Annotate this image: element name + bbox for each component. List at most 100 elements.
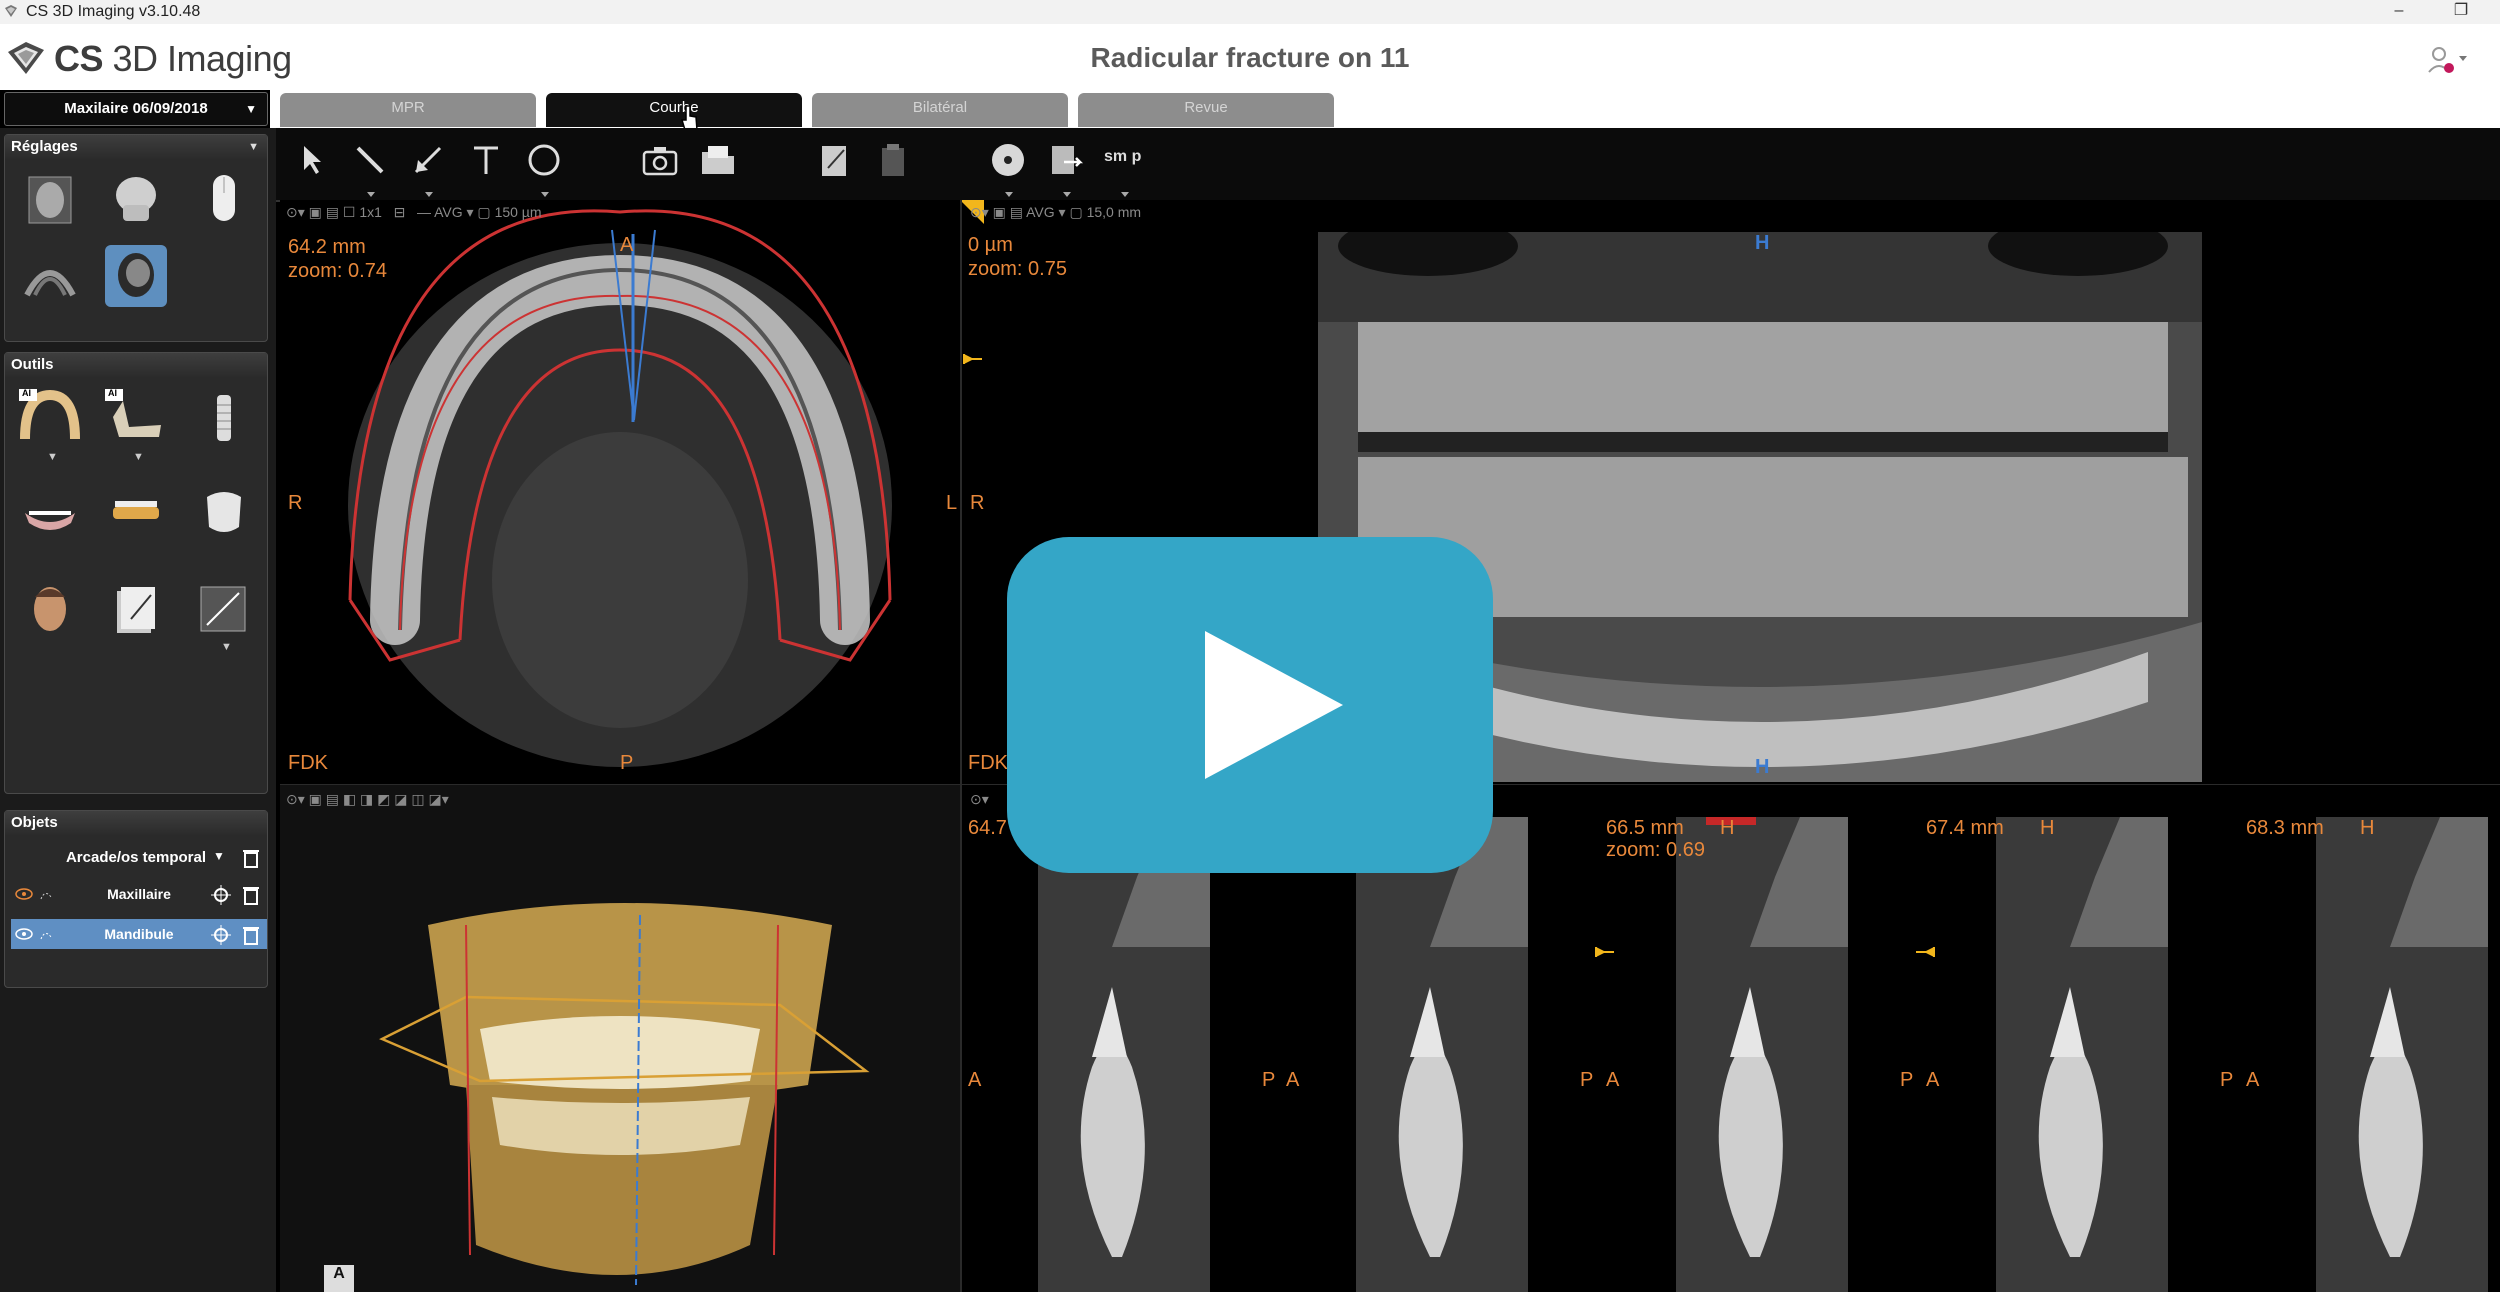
restore-button[interactable]: ❐	[2438, 0, 2484, 24]
axial-zoom: zoom: 0.74	[288, 260, 387, 282]
study-selector[interactable]: Maxilaire 06/09/2018 ▼	[4, 92, 268, 126]
volume-3d-view[interactable]: ⊙▾ ▣ ▤ ◧ ◨ ◩ ◪ ◫ ◪▾ A	[280, 785, 960, 1292]
xray-render-preset[interactable]	[105, 245, 167, 307]
jaw-tool-icon[interactable]	[19, 483, 81, 545]
user-menu-icon[interactable]	[2425, 46, 2475, 76]
folder-icon	[702, 146, 734, 174]
pano-orientation-head-top: H	[1755, 232, 1770, 254]
tab-courbe[interactable]: Courbe	[546, 93, 802, 127]
axial-image	[348, 209, 892, 767]
view-divider-vertical[interactable]	[960, 200, 962, 1292]
mip-render-preset[interactable]	[19, 245, 81, 307]
chevron-down-icon: ▼	[248, 141, 259, 153]
orientation-left: L	[946, 492, 958, 514]
cross-measure: 67.4 mm	[1926, 817, 2004, 839]
line-tool[interactable]	[350, 140, 390, 197]
orientation-anterior: A	[968, 1069, 982, 1091]
cross-zoom: zoom: 0.69	[1606, 839, 1705, 861]
window-titlebar: CS 3D Imaging v3.10.48 – ❐	[0, 0, 2500, 25]
slice-marker-icon[interactable]	[1594, 945, 1618, 959]
cross-section-2[interactable]: A P	[1280, 817, 1600, 1292]
cross-section-5[interactable]: 68.3 mm H A	[2240, 817, 2500, 1292]
orientation-head: H	[2040, 817, 2055, 839]
axial-measure: 64.2 mm	[288, 236, 366, 258]
slice-marker-icon[interactable]	[1914, 945, 1938, 959]
cross-view-toolbar[interactable]: ⊙▾	[970, 791, 989, 808]
camera-icon	[642, 147, 678, 176]
cross-section-image	[1996, 817, 2168, 1292]
slice-marker-icon[interactable]	[962, 352, 984, 366]
notes-tool[interactable]	[814, 140, 854, 180]
snapshot-tool[interactable]	[640, 140, 680, 180]
line-icon	[356, 146, 384, 174]
arch-tool-icon[interactable]: AI	[19, 387, 81, 449]
bone-render-preset[interactable]	[105, 169, 167, 231]
implant-tool-icon[interactable]	[193, 387, 255, 449]
guide-tool-icon[interactable]	[105, 483, 167, 545]
arrow-icon	[414, 146, 442, 174]
orientation-anterior: A	[2246, 1069, 2260, 1091]
orientation-posterior: P	[620, 752, 634, 774]
cross-section-1[interactable]: 64.7 mm A P	[962, 817, 1280, 1292]
text-icon	[474, 146, 498, 174]
orientation-anterior: A	[1606, 1069, 1620, 1091]
pano-orientation-head-bottom: H	[1755, 756, 1770, 778]
smop-label: sm p	[1104, 148, 1142, 165]
pano-view-toolbar[interactable]: ⊙▾ ▣ ▤ AVG ▾ ▢ 15,0 mm	[970, 204, 1141, 221]
trash-icon[interactable]	[241, 924, 261, 946]
cross-section-image	[2316, 817, 2488, 1292]
minimize-button[interactable]: –	[2376, 0, 2422, 24]
reglages-header[interactable]: Réglages ▼	[5, 135, 267, 159]
export-tool[interactable]	[1046, 140, 1086, 197]
orientation-posterior: P	[2220, 1069, 2234, 1091]
orientation-cube[interactable]: A	[324, 1265, 354, 1292]
select-tool[interactable]	[292, 140, 332, 180]
window-title: CS 3D Imaging v3.10.48	[26, 3, 201, 20]
text-tool[interactable]	[466, 140, 506, 180]
objets-header[interactable]: Objets	[5, 811, 267, 835]
axial-view-toolbar[interactable]: ⊙▾ ▣ ▤ ☐ 1x1 ⊟ — AVG ▾ ▢ 150 µm	[286, 204, 542, 221]
mouse-preset-icon[interactable]	[193, 169, 255, 231]
cross-section-3[interactable]: 66.5 mm zoom: 0.69 H A P	[1595, 817, 1920, 1292]
tab-bilateral[interactable]: Bilatéral	[812, 93, 1068, 127]
chevron-down-icon: ▼	[221, 641, 232, 653]
video-play-button[interactable]	[1007, 537, 1493, 873]
cursor-arrow-icon	[304, 146, 321, 174]
crown-tool-icon[interactable]	[193, 483, 255, 545]
main-toolbar: sm p	[276, 128, 2500, 202]
cross-measure: 66.5 mm	[1606, 817, 1684, 839]
measure-tool-icon[interactable]: ▼	[193, 579, 255, 653]
locate-icon[interactable]	[211, 885, 231, 905]
locate-icon[interactable]	[211, 925, 231, 945]
face-tool-icon[interactable]	[19, 579, 81, 641]
cross-section-image	[1676, 817, 1848, 1292]
mandible-tool-icon[interactable]: AI	[105, 387, 167, 449]
cross-section-image	[1356, 817, 1528, 1292]
chevron-down-icon: ▼	[47, 451, 58, 463]
outils-header[interactable]: Outils	[5, 353, 267, 377]
object-row-mandibule[interactable]: Mandibule	[11, 919, 267, 949]
skin-render-preset[interactable]	[19, 169, 81, 231]
chevron-down-icon: ▼	[245, 102, 257, 116]
export-icon	[1052, 146, 1084, 174]
arrow-tool[interactable]	[408, 140, 448, 197]
report-tool-icon[interactable]	[105, 579, 167, 641]
tab-mpr[interactable]: MPR	[280, 93, 536, 127]
tab-revue[interactable]: Revue	[1078, 93, 1334, 127]
left-sidebar: Réglages ▼ Outils AI AI ▼ ▼ ▼ Objets Arc…	[0, 128, 276, 1292]
burn-cd-tool[interactable]	[988, 140, 1028, 197]
trash-icon[interactable]	[241, 884, 261, 906]
open-folder-tool[interactable]	[698, 140, 738, 180]
trash-icon[interactable]	[241, 847, 261, 869]
object-row-maxillaire[interactable]: Maxillaire	[11, 879, 267, 909]
clipboard-tool[interactable]	[872, 140, 912, 180]
reconstruction-algo: FDK	[288, 752, 328, 774]
smop-tool[interactable]: sm p	[1104, 140, 1144, 197]
orientation-anterior: A	[620, 234, 634, 256]
chevron-down-icon[interactable]: ▼	[213, 849, 225, 863]
pano-zoom: zoom: 0.75	[968, 258, 1067, 280]
pano-orientation-right: R	[970, 492, 985, 514]
ellipse-tool[interactable]	[524, 140, 564, 197]
cross-section-4[interactable]: 67.4 mm H A P	[1916, 817, 2240, 1292]
axial-view[interactable]: ⊙▾ ▣ ▤ ☐ 1x1 ⊟ — AVG ▾ ▢ 150 µm 64.2 mm …	[280, 200, 960, 785]
